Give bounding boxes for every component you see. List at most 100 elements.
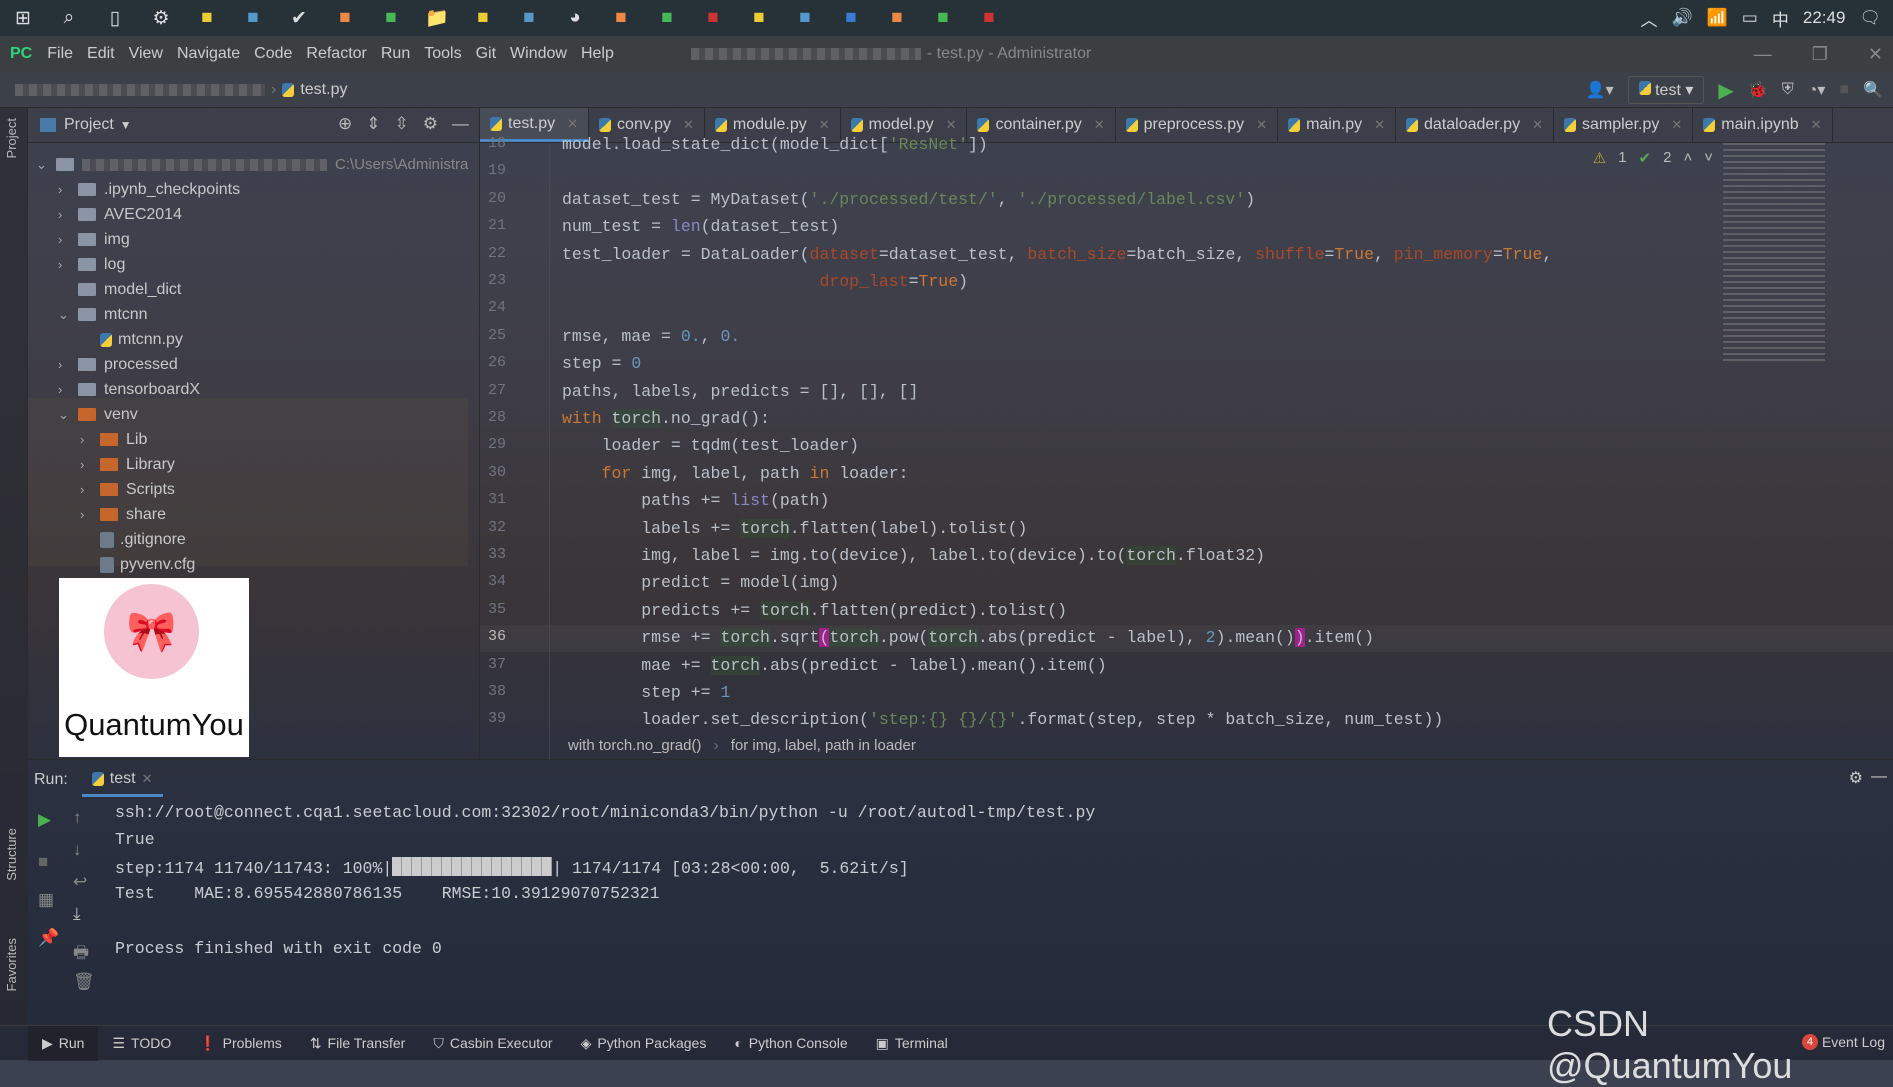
run-config-select[interactable]: test ▾ <box>1627 76 1705 104</box>
breadcrumb-file[interactable]: test.py <box>300 81 347 99</box>
app-icon[interactable]: ■ <box>230 0 276 36</box>
event-log-button[interactable]: 4 Event Log <box>1801 1034 1885 1050</box>
ime-indicator[interactable]: 中 <box>1772 6 1789 31</box>
task-view-icon[interactable]: ▯ <box>92 0 138 36</box>
chevron-down-icon[interactable]: ⌄ <box>58 307 78 323</box>
prev-highlight-icon[interactable]: ˄ <box>1683 149 1692 167</box>
next-highlight-icon[interactable]: ˅ <box>1704 149 1713 167</box>
tree-item[interactable]: › Library <box>80 452 175 477</box>
close-tab-icon[interactable]: ✕ <box>946 117 957 133</box>
trash-icon[interactable]: 🗑 <box>73 972 95 992</box>
hide-icon[interactable]: — <box>1871 768 1887 786</box>
chevron-right-icon[interactable]: › <box>58 382 78 397</box>
scroll-to-end-icon[interactable]: ⤓ <box>73 904 81 924</box>
app-icon[interactable]: ■ <box>920 0 966 36</box>
close-icon[interactable]: ✕ <box>142 771 153 787</box>
app-icon[interactable]: ■ <box>184 0 230 36</box>
project-tool-button[interactable]: Project <box>4 118 19 158</box>
tab-dataloader-py[interactable]: dataloader.py ✕ <box>1396 108 1554 142</box>
tree-item[interactable]: › .ipynb_checkpoints <box>58 177 240 202</box>
tree-item[interactable]: model_dict <box>58 277 181 302</box>
chevron-up-icon[interactable]: ︿ <box>1640 6 1657 31</box>
code-minimap[interactable] <box>1723 143 1825 363</box>
close-tab-icon[interactable]: ✕ <box>1671 117 1682 133</box>
app-icon[interactable]: ■ <box>598 0 644 36</box>
print-icon[interactable]: 🖶 <box>73 940 89 969</box>
code-line[interactable]: loader.set_description('step:{} {}/{}'.f… <box>562 710 1443 729</box>
tree-root[interactable]: ⌄ C:\Users\Administra <box>36 152 468 177</box>
tree-item[interactable]: › AVEC2014 <box>58 202 182 227</box>
app-icon[interactable]: ■ <box>828 0 874 36</box>
chevron-right-icon[interactable]: › <box>58 232 78 247</box>
bottom-tab-problems[interactable]: ❗ Problems <box>185 1035 296 1052</box>
tree-item[interactable]: › share <box>80 502 166 527</box>
close-button[interactable]: ✕ <box>1868 44 1883 65</box>
collapse-all-icon[interactable]: ⇳ <box>395 114 409 134</box>
code-line[interactable]: predicts += torch.flatten(predict).tolis… <box>562 600 1067 620</box>
notification-icon[interactable]: 🗨 <box>1859 8 1881 28</box>
code-editor[interactable]: 18 19 20 21 22 23 24 25 26 27 28 29 30 31 32 33 34 35 36 37… <box>480 135 1893 759</box>
bottom-tab-casbin-executor[interactable]: ⛉ Casbin Executor <box>419 1035 566 1052</box>
restore-button[interactable]: ❐ <box>1812 44 1828 65</box>
soft-wrap-icon[interactable]: ↩ <box>73 872 87 892</box>
rerun-icon[interactable]: ▶ <box>38 810 51 830</box>
close-tab-icon[interactable]: ✕ <box>819 117 830 133</box>
chevron-right-icon[interactable]: › <box>80 432 100 447</box>
clock[interactable]: 22:49 <box>1803 8 1846 28</box>
chevron-right-icon[interactable]: › <box>58 207 78 222</box>
locate-icon[interactable]: ⊕ <box>338 114 352 134</box>
close-tab-icon[interactable]: ✕ <box>683 117 694 133</box>
search-icon[interactable]: 🔍 <box>1863 80 1883 100</box>
volume-icon[interactable]: 🔊 <box>1671 8 1692 28</box>
chevron-down-icon[interactable]: ⌄ <box>58 407 78 423</box>
app-icon[interactable]: ■ <box>966 0 1012 36</box>
debug-icon[interactable]: 🐞 <box>1748 80 1768 100</box>
close-tab-icon[interactable]: ✕ <box>1094 117 1105 133</box>
tree-item[interactable]: pyvenv.cfg <box>80 552 195 577</box>
stop-icon[interactable]: ■ <box>38 852 48 872</box>
sublime-icon[interactable]: ■ <box>644 0 690 36</box>
run-icon[interactable]: ▶ <box>1718 78 1733 103</box>
code-line[interactable]: test_loader = DataLoader(dataset=dataset… <box>562 245 1552 264</box>
code-line[interactable]: predict = model(img) <box>562 573 839 592</box>
menu-git[interactable]: Git <box>469 45 503 63</box>
profile-icon[interactable]: ◔▾ <box>1808 80 1826 100</box>
menu-run[interactable]: Run <box>374 45 417 63</box>
project-view-select[interactable]: Project <box>64 116 114 134</box>
chevron-right-icon[interactable]: › <box>80 507 100 522</box>
code-line[interactable]: rmse += torch.sqrt(torch.pow(torch.abs(p… <box>562 628 1374 648</box>
menu-help[interactable]: Help <box>574 45 621 63</box>
bottom-tab-terminal[interactable]: ▣ Terminal <box>862 1035 962 1052</box>
minimize-button[interactable]: — <box>1754 44 1772 65</box>
coverage-icon[interactable]: ⛨ <box>1782 81 1794 99</box>
menu-edit[interactable]: Edit <box>80 45 122 63</box>
menu-file[interactable]: File <box>40 45 80 63</box>
menu-view[interactable]: View <box>122 45 170 63</box>
bottom-tab-file-transfer[interactable]: ⇅ File Transfer <box>296 1035 420 1052</box>
todo-icon[interactable]: ✔ <box>276 0 322 36</box>
chevron-right-icon[interactable]: › <box>58 357 78 372</box>
file-explorer-icon[interactable]: 📁 <box>414 0 460 36</box>
code-line[interactable]: dataset_test = MyDataset('./processed/te… <box>562 190 1255 209</box>
bottom-tab-python-packages[interactable]: ◈ Python Packages <box>567 1035 721 1052</box>
gear-icon[interactable]: ⚙ <box>423 114 438 134</box>
close-tab-icon[interactable]: ✕ <box>1374 117 1385 133</box>
code-line[interactable]: num_test = len(dataset_test) <box>562 217 839 236</box>
chevron-right-icon[interactable]: › <box>58 257 78 272</box>
code-line[interactable]: step += 1 <box>562 683 730 702</box>
menu-tools[interactable]: Tools <box>417 45 468 63</box>
chevron-right-icon[interactable]: › <box>58 182 78 197</box>
layout-icon[interactable]: ▦ <box>38 890 54 910</box>
up-arrow-icon[interactable]: ↑ <box>73 808 82 828</box>
tree-item[interactable]: ⌄ venv <box>58 402 138 427</box>
breadcrumb-item[interactable]: for img, label, path in loader <box>731 737 916 754</box>
close-tab-icon[interactable]: ✕ <box>567 116 578 132</box>
inspection-widget[interactable]: ⚠ 1 ✔ 2 ˄ ˅ <box>1593 149 1713 167</box>
tree-item[interactable]: ⌄ mtcnn <box>58 302 148 327</box>
tab-main-py[interactable]: main.py ✕ <box>1278 108 1396 142</box>
menu-code[interactable]: Code <box>247 45 299 63</box>
tree-item[interactable]: › processed <box>58 352 178 377</box>
edge-icon[interactable]: ◕ <box>552 0 598 36</box>
tree-item[interactable]: › Lib <box>80 427 147 452</box>
search-icon[interactable]: ⌕ <box>46 0 92 36</box>
